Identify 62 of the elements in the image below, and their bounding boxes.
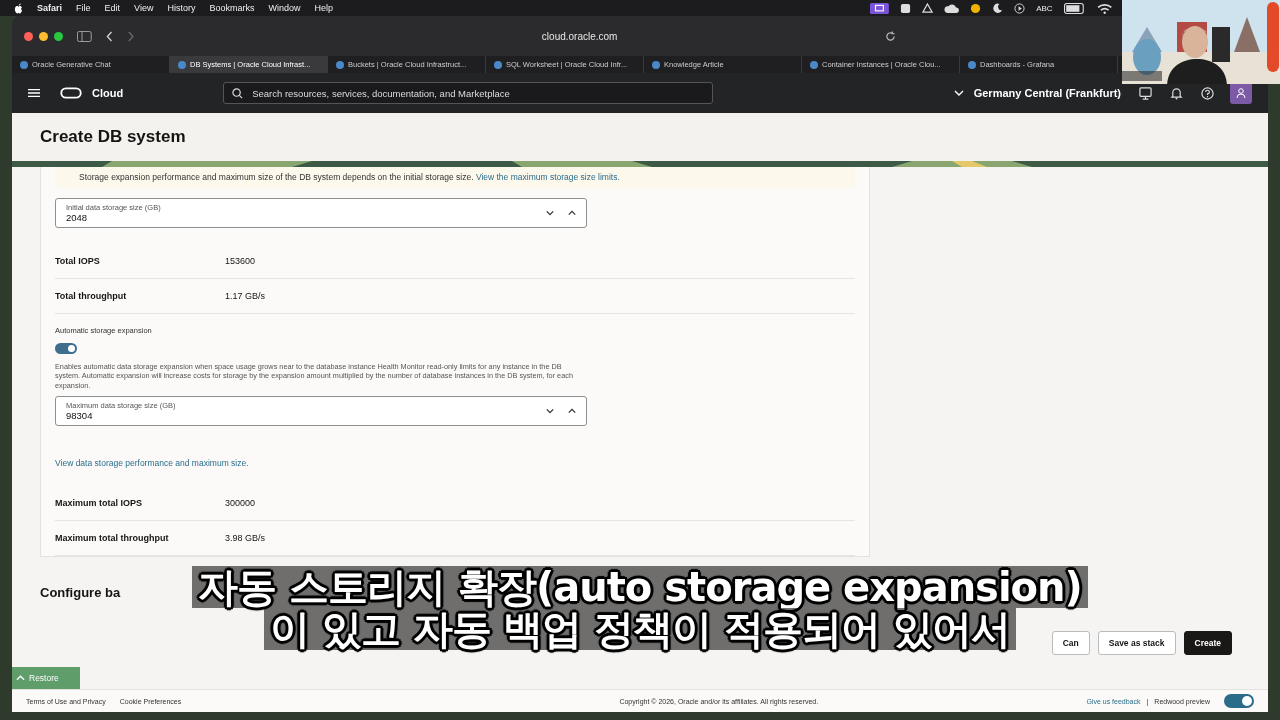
metric-label: Total IOPS [55,256,101,266]
menu-item[interactable]: Safari [37,3,62,13]
wifi-icon[interactable] [1096,2,1112,14]
decrement-icon[interactable] [546,210,554,216]
menu-icon[interactable] [28,88,40,98]
limits-link[interactable]: View the maximum storage size limits. [475,172,620,182]
play-icon[interactable] [1014,2,1026,14]
profile-button[interactable] [1230,82,1252,104]
notifications-icon[interactable] [1170,86,1183,100]
metric-value: 300000 [225,498,256,509]
menu-item[interactable]: Help [314,3,333,13]
metric-label: Maximum total IOPS [55,498,144,509]
back-icon[interactable] [105,30,113,42]
toggle-switch[interactable] [55,343,77,354]
action-button[interactable]: Save as stack [1097,631,1176,655]
menu-item[interactable]: Bookmarks [209,3,255,13]
status-icon[interactable] [970,2,982,14]
chevron-down-icon [953,90,964,96]
cloud-icon[interactable] [943,2,960,14]
increment-icon[interactable] [568,408,576,415]
battery-icon[interactable] [1063,2,1086,14]
metric-label: Maximum total throughput [55,533,170,544]
brand-name: Cloud [92,87,124,99]
action-button[interactable]: Can [1051,631,1090,655]
section-heading: Configure ba [40,585,122,601]
menu-item[interactable]: File [76,3,91,13]
increment-icon[interactable] [568,210,576,216]
app-icon[interactable] [921,2,933,14]
screen-share-icon[interactable] [869,2,889,14]
chevron-up-icon [16,675,25,681]
reload-icon[interactable] [885,30,896,42]
zoom-icon[interactable] [54,31,63,41]
page-title: Create DB system [40,127,186,147]
metric-label: Total throughput [55,291,128,301]
performance-link[interactable]: View data storage performance and maximum size. [55,458,249,469]
minimize-icon[interactable] [39,31,48,41]
oracle-logo-icon[interactable] [60,87,82,99]
menu-item[interactable]: Window [268,3,301,13]
forward-icon[interactable] [127,30,135,42]
address-bar[interactable]: cloud.oracle.com [448,30,711,42]
sidebar-icon[interactable] [77,30,92,42]
moon-icon[interactable] [992,2,1004,14]
menu-item[interactable]: Edit [104,3,121,13]
apple-icon[interactable] [14,2,23,14]
metric-value: 3.98 GB/s [225,533,266,544]
search-icon [232,88,244,99]
menu-item[interactable]: View [134,3,154,13]
person-icon [1235,87,1247,99]
info-notice: Storage expansion performance and maximum size of the DB system depends on the initial storage size. View the maximum storage size limits. [55,167,855,188]
close-icon[interactable] [24,31,33,41]
create-button[interactable]: Create [1183,631,1232,655]
help-icon[interactable] [1201,86,1214,100]
input-source[interactable]: ABC [1036,3,1053,13]
metric-value: 153600 [225,256,256,266]
menu-item[interactable]: History [167,3,196,13]
preview-toggle[interactable] [1224,694,1254,708]
app-icon[interactable] [899,2,911,14]
region-selector[interactable]: Germany Central (Frankfurt) [953,87,1121,99]
console-icon[interactable] [1139,86,1152,100]
metric-value: 1.17 GB/s [225,291,266,301]
search-field[interactable]: Search resources, services, documentation, and Marketplace [223,82,714,104]
decrement-icon[interactable] [546,408,554,415]
